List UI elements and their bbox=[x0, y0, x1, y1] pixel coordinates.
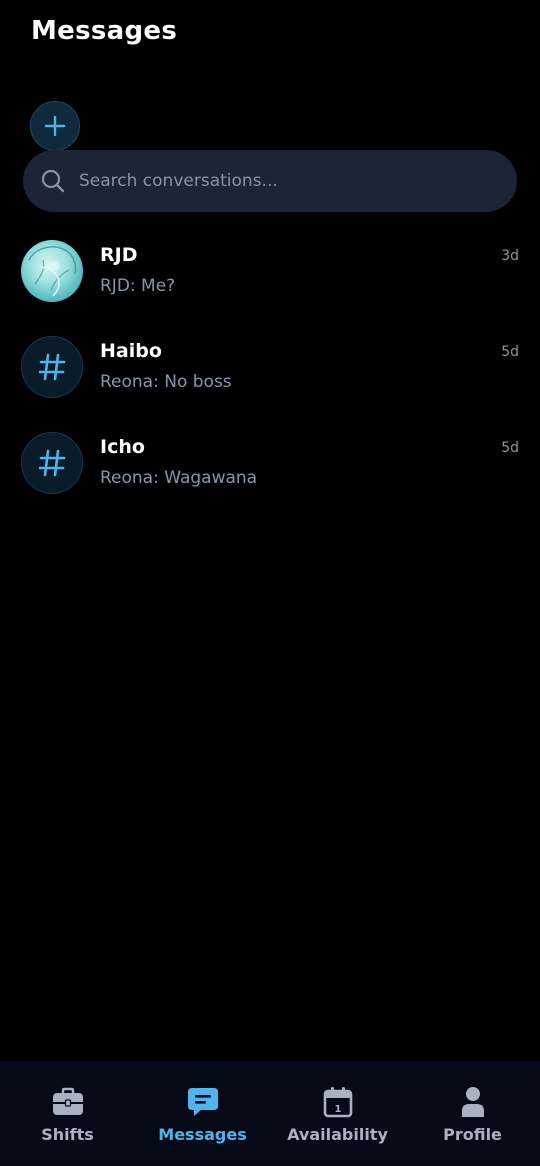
calendar-icon: 1 bbox=[323, 1087, 352, 1118]
hash-icon bbox=[38, 353, 66, 381]
search-input[interactable] bbox=[77, 160, 517, 202]
nav-label: Availability bbox=[287, 1125, 388, 1144]
nav-label: Shifts bbox=[41, 1125, 94, 1144]
image-avatar bbox=[28, 246, 77, 297]
conversation-time: 5d bbox=[501, 440, 519, 456]
avatar bbox=[21, 336, 83, 398]
message-icon bbox=[187, 1088, 218, 1116]
bottom-nav: Shifts Messages 1 Availability Profile bbox=[0, 1061, 540, 1166]
conversation-preview: Reona: No boss bbox=[100, 372, 232, 392]
conversation-list: RJD RJD: Me? 3d Haibo Reona: No boss 5d … bbox=[0, 224, 540, 512]
conversation-name: Icho bbox=[100, 436, 145, 458]
nav-label: Profile bbox=[443, 1125, 502, 1144]
conversation-time: 5d bbox=[501, 344, 519, 360]
conversation-preview: RJD: Me? bbox=[100, 276, 176, 296]
conversation-preview: Reona: Wagawana bbox=[100, 468, 258, 488]
nav-label: Messages bbox=[158, 1125, 247, 1144]
conversation-item-haibo[interactable]: Haibo Reona: No boss 5d bbox=[0, 320, 540, 416]
hash-icon bbox=[38, 449, 66, 477]
new-conversation-button[interactable] bbox=[30, 101, 80, 151]
avatar bbox=[21, 432, 83, 494]
avatar bbox=[21, 240, 83, 302]
nav-item-profile[interactable]: Profile bbox=[405, 1061, 540, 1166]
conversation-name: Haibo bbox=[100, 340, 162, 362]
person-icon bbox=[461, 1087, 484, 1117]
page-title: Messages bbox=[31, 16, 178, 46]
nav-item-messages[interactable]: Messages bbox=[135, 1061, 270, 1166]
nav-item-availability[interactable]: 1 Availability bbox=[270, 1061, 405, 1166]
calendar-day: 1 bbox=[334, 1104, 341, 1115]
conversation-item-rjd[interactable]: RJD RJD: Me? 3d bbox=[0, 224, 540, 320]
conversation-time: 3d bbox=[501, 248, 519, 264]
briefcase-icon bbox=[52, 1087, 83, 1115]
plus-icon bbox=[44, 115, 66, 137]
conversation-name: RJD bbox=[100, 244, 138, 266]
search-icon bbox=[41, 169, 65, 193]
nav-item-shifts[interactable]: Shifts bbox=[0, 1061, 135, 1166]
search-bar[interactable] bbox=[23, 150, 517, 212]
conversation-item-icho[interactable]: Icho Reona: Wagawana 5d bbox=[0, 416, 540, 512]
